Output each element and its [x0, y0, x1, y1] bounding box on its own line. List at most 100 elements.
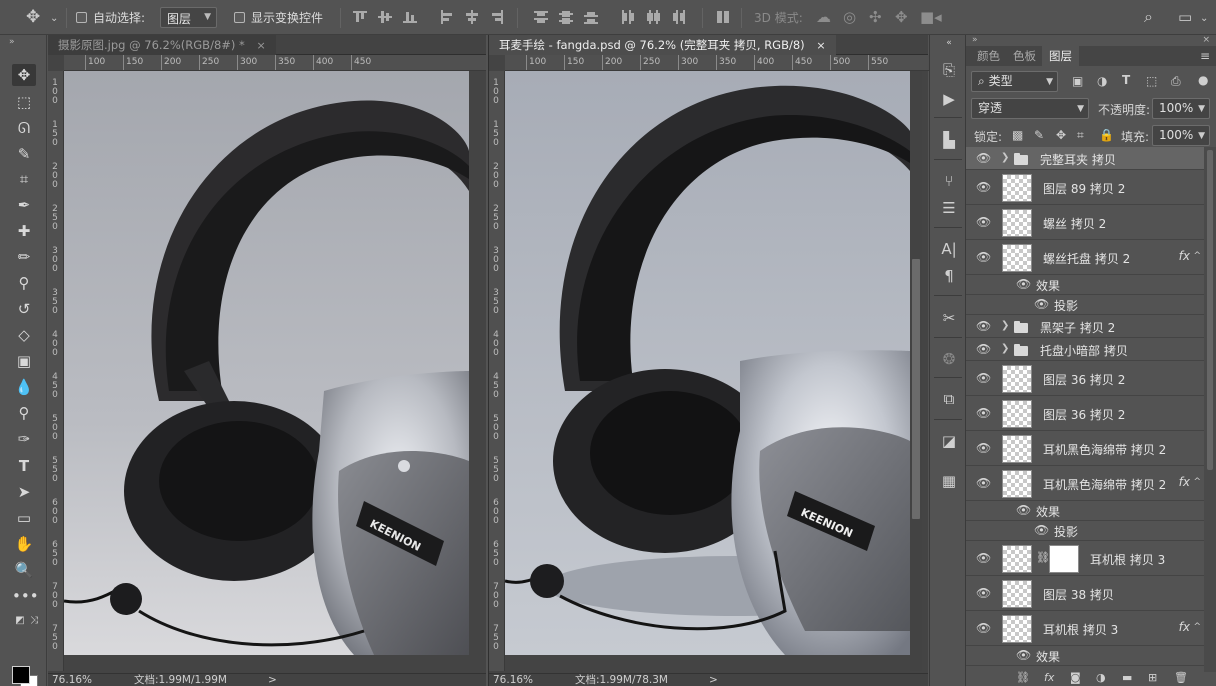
effect-name[interactable]: 投影: [1054, 523, 1078, 540]
foreground-color-swatch[interactable]: [12, 666, 30, 684]
collapse-chevron-icon[interactable]: »: [9, 37, 15, 47]
type-tool-icon[interactable]: T: [12, 455, 36, 477]
mask-link-icon[interactable]: ⛓: [1036, 551, 1050, 564]
tab-layers[interactable]: 图层: [1042, 46, 1079, 66]
close-icon[interactable]: ×: [256, 39, 265, 52]
distribute-vertical-centers-icon[interactable]: [559, 10, 573, 24]
histogram-panel-icon[interactable]: ▙: [938, 129, 960, 151]
layer-effect-row[interactable]: 👁 效果: [966, 501, 1204, 521]
history-panel-icon[interactable]: ⎘: [938, 59, 960, 81]
3d-slide-icon[interactable]: ✥: [895, 7, 908, 27]
layer-name[interactable]: 耳机黑色海绵带 拷贝 2: [1043, 476, 1166, 493]
swap-colors-icon[interactable]: ⤨: [22, 610, 46, 632]
clone-source-icon[interactable]: ⧉: [938, 388, 960, 410]
layer-row[interactable]: 👁 图层 36 拷贝 2: [966, 396, 1204, 431]
layer-name[interactable]: 耳机黑色海绵带 拷贝 2: [1043, 441, 1166, 458]
lock-transparent-icon[interactable]: ▩: [1012, 128, 1023, 142]
auto-select-checkbox[interactable]: 自动选择:: [76, 7, 145, 28]
crop-tool-icon[interactable]: ⌗: [12, 168, 36, 190]
canvas-painting[interactable]: KEENION: [505, 71, 910, 655]
align-vertical-centers-icon[interactable]: [378, 10, 392, 24]
visibility-eye-icon[interactable]: 👁: [976, 621, 991, 635]
checkbox-box[interactable]: [76, 12, 87, 23]
zoom-level[interactable]: 76.16%: [52, 674, 92, 686]
swatch-grid-icon[interactable]: ▦: [938, 470, 960, 492]
layer-name[interactable]: 图层 38 拷贝: [1043, 586, 1114, 603]
brush-tool-icon[interactable]: ✏: [12, 246, 36, 268]
paragraph-panel-icon[interactable]: ¶: [938, 265, 960, 287]
brush-settings-icon[interactable]: ☰: [938, 197, 960, 219]
layer-thumbnail[interactable]: [1002, 470, 1032, 498]
blend-mode-dropdown[interactable]: 穿透 ▼: [971, 98, 1089, 119]
visibility-eye-icon[interactable]: 👁: [976, 250, 991, 264]
lock-pixels-icon[interactable]: ✎: [1034, 128, 1044, 142]
layer-name[interactable]: 托盘小暗部 拷贝: [1040, 342, 1128, 359]
auto-select-dropdown[interactable]: 图层 ▼: [160, 7, 217, 28]
hand-tool-icon[interactable]: ✋: [12, 533, 36, 555]
add-mask-icon[interactable]: ◙: [1070, 671, 1081, 684]
layer-effect-row[interactable]: 👁 投影: [966, 521, 1204, 541]
checkbox-box[interactable]: [234, 12, 245, 23]
visibility-eye-icon[interactable]: 👁: [976, 371, 991, 385]
distribute-horizontal-centers-icon[interactable]: [646, 10, 660, 24]
lock-all-icon[interactable]: 🔒: [1099, 128, 1114, 142]
delete-layer-icon[interactable]: 🗑: [1174, 671, 1188, 684]
doc-tab-original[interactable]: 摄影原图.jpg @ 76.2%(RGB/8#) * ×: [48, 35, 276, 55]
show-transform-checkbox[interactable]: 显示变换控件: [234, 7, 323, 28]
pen-tool-icon[interactable]: ✑: [12, 428, 36, 450]
align-right-edges-icon[interactable]: [490, 10, 504, 24]
collapse-chevron-icon[interactable]: «: [938, 37, 960, 49]
visibility-eye-icon[interactable]: 👁: [976, 476, 991, 490]
layer-effect-row[interactable]: 👁 效果: [966, 646, 1204, 666]
opacity-input[interactable]: 100% ▼: [1152, 98, 1210, 119]
visibility-eye-icon[interactable]: 👁: [976, 441, 991, 455]
chevron-up-icon[interactable]: ^: [1193, 622, 1201, 632]
layer-thumbnail[interactable]: [1002, 615, 1032, 643]
effect-name[interactable]: 投影: [1054, 297, 1078, 314]
fill-input[interactable]: 100% ▼: [1152, 125, 1210, 146]
align-bottom-edges-icon[interactable]: [403, 10, 417, 24]
layer-row[interactable]: 👁 图层 89 拷贝 2: [966, 170, 1204, 205]
zoom-tool-icon[interactable]: 🔍: [12, 559, 36, 581]
chevron-up-icon[interactable]: ^: [1193, 477, 1201, 487]
visibility-eye-icon[interactable]: 👁: [976, 215, 991, 229]
visibility-eye-icon[interactable]: 👁: [976, 319, 991, 333]
visibility-eye-icon[interactable]: 👁: [1016, 277, 1031, 291]
layer-row[interactable]: 👁 耳机黑色海绵带 拷贝 2: [966, 431, 1204, 466]
layer-name[interactable]: 图层 89 拷贝 2: [1043, 180, 1125, 197]
layer-thumbnail[interactable]: [1002, 174, 1032, 202]
adjustments-panel-icon[interactable]: ◪: [938, 430, 960, 452]
canvas-photo[interactable]: KEENION: [64, 71, 469, 655]
adjustment-layer-icon[interactable]: ◑: [1096, 671, 1106, 684]
layer-effect-row[interactable]: 👁 效果: [966, 275, 1204, 295]
layer-row[interactable]: 👁 图层 38 拷贝: [966, 576, 1204, 611]
filter-toggle-icon[interactable]: ●: [1198, 73, 1208, 87]
layer-thumbnail[interactable]: [1002, 365, 1032, 393]
link-layers-icon[interactable]: ⛓: [1016, 671, 1030, 684]
chevron-up-icon[interactable]: ^: [1193, 251, 1201, 261]
eyedropper-tool-icon[interactable]: ✒: [12, 194, 36, 216]
lock-artboard-icon[interactable]: ⌗: [1077, 128, 1084, 143]
visibility-eye-icon[interactable]: 👁: [976, 586, 991, 600]
tab-swatches[interactable]: 色板: [1006, 46, 1043, 66]
layer-thumbnail[interactable]: [1002, 435, 1032, 463]
pixel-filter-icon[interactable]: ▣: [1072, 74, 1083, 88]
layer-name[interactable]: 耳机根 拷贝 3: [1043, 621, 1118, 638]
more-tools-icon[interactable]: •••: [12, 585, 39, 607]
layer-thumbnail[interactable]: [1002, 580, 1032, 608]
vertical-scrollbar[interactable]: [910, 71, 922, 671]
tool-preset-chevron-icon[interactable]: ⌄: [50, 9, 58, 29]
visibility-eye-icon[interactable]: 👁: [976, 151, 991, 165]
layer-name[interactable]: 图层 36 拷贝 2: [1043, 371, 1125, 388]
history-brush-tool-icon[interactable]: ↺: [12, 298, 36, 320]
visibility-eye-icon[interactable]: 👁: [976, 551, 991, 565]
visibility-eye-icon[interactable]: 👁: [976, 406, 991, 420]
distribute-left-icon[interactable]: [621, 10, 635, 24]
panel-menu-icon[interactable]: ≡: [1200, 49, 1210, 63]
layer-group-row[interactable]: 👁 ❯ 托盘小暗部 拷贝: [966, 338, 1204, 361]
visibility-eye-icon[interactable]: 👁: [1016, 503, 1031, 517]
layer-row[interactable]: 👁 图层 36 拷贝 2: [966, 361, 1204, 396]
layer-row[interactable]: 👁 ⛓ 耳机根 拷贝 3: [966, 541, 1204, 576]
close-icon[interactable]: ×: [816, 39, 825, 52]
3d-camera-icon[interactable]: ■◂: [920, 7, 942, 27]
